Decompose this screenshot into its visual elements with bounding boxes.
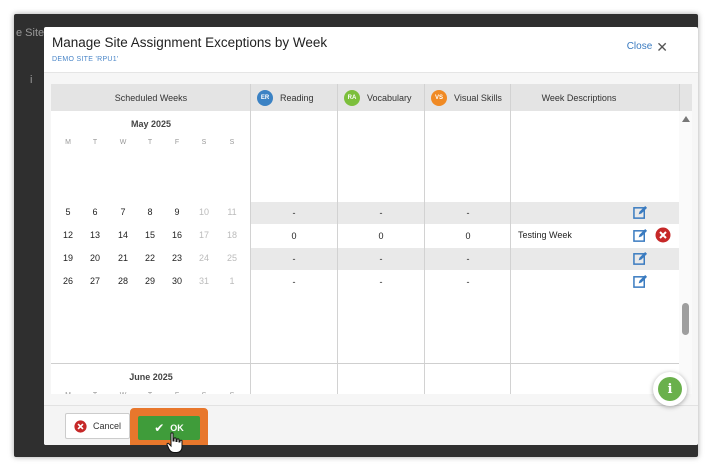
vocabulary-badge-icon: RA [344, 89, 360, 106]
calendar-day: 24 [198, 253, 209, 263]
weekday-letter: F [167, 392, 187, 394]
reading-cell: - [292, 254, 296, 264]
weekday-letter: S [194, 392, 214, 394]
weekday-letter: S [222, 392, 242, 394]
reading-badge-icon: ER [257, 89, 273, 106]
weekday-letter: T [140, 392, 160, 394]
grid-header: Scheduled Weeks ER Reading RA Vocabulary… [51, 84, 692, 111]
calendar-day: 9 [174, 207, 180, 217]
column-header-visual-skills: VS Visual Skills [431, 84, 517, 111]
calendar-day: 27 [89, 276, 100, 286]
month-title-june: June 2025 [129, 372, 173, 382]
calendar-day: 21 [117, 253, 128, 263]
modal-header: Manage Site Assignment Exceptions by Wee… [44, 27, 698, 73]
weekday-letter: S [229, 139, 235, 146]
vocabulary-cell: - [379, 277, 383, 287]
vocabulary-cell: 0 [378, 231, 384, 241]
weekday-letter: S [201, 139, 207, 146]
reading-label: Reading [280, 92, 314, 103]
visual-skills-cell: - [466, 277, 470, 287]
cancel-label: Cancel [92, 421, 121, 431]
calendar-day: 20 [89, 253, 100, 263]
weekday-letter: M [58, 392, 78, 394]
modal-body: Scheduled Weeks ER Reading RA Vocabulary… [44, 73, 698, 405]
column-header-week-descriptions: Week Descriptions [541, 92, 617, 103]
calendar-day: 26 [62, 276, 73, 286]
calendar-day: 5 [65, 207, 71, 217]
weekday-letter: T [92, 139, 98, 146]
visual-skills-label: Visual Skills [454, 92, 502, 103]
visual-skills-badge-icon: VS [431, 89, 447, 106]
close-icon: ✕ [656, 38, 668, 55]
edit-icon[interactable] [633, 251, 648, 266]
calendar-day: 23 [171, 253, 182, 263]
weekday-letter: T [147, 139, 153, 146]
modal-subtitle: DEMO SITE 'RPU1' [52, 56, 119, 63]
month-title-may: May 2025 [130, 119, 172, 129]
calendar-day: 19 [62, 253, 73, 263]
calendar-day: 1 [229, 276, 235, 286]
week-description: Testing Week [518, 230, 572, 240]
grid-scrollbar[interactable] [679, 111, 692, 394]
calendar-day: 28 [117, 276, 128, 286]
hand-cursor-icon [166, 432, 183, 453]
calendar-day: 18 [226, 230, 237, 240]
reading-cell: - [292, 277, 296, 287]
weekday-letter: M [65, 139, 71, 146]
reading-cell: 0 [291, 231, 297, 241]
calendar-day: 15 [144, 230, 155, 240]
edit-icon[interactable] [633, 205, 648, 220]
weekday-letter: W [119, 139, 127, 146]
info-icon: i [658, 377, 682, 401]
calendar-day: 11 [227, 207, 237, 217]
calendar-day: 10 [198, 207, 209, 217]
close-label: Close [626, 41, 653, 52]
vocabulary-cell: - [379, 254, 383, 264]
calendar-day: 30 [171, 276, 182, 286]
checkmark-icon: ✔ [154, 421, 165, 435]
reading-cell: - [292, 208, 296, 218]
weeks-grid: Scheduled Weeks ER Reading RA Vocabulary… [51, 84, 692, 394]
calendar-day: 7 [120, 207, 126, 217]
scroll-up-arrow-icon[interactable] [682, 116, 690, 122]
background-text-2: i [30, 74, 33, 86]
calendar-day: 13 [89, 230, 100, 240]
column-header-scheduled-weeks: Scheduled Weeks [114, 92, 188, 103]
modal-footer: Cancel ✔ OK [44, 405, 698, 445]
edit-icon[interactable] [633, 228, 648, 243]
calendar-day: 22 [144, 253, 155, 263]
scroll-thumb[interactable] [682, 303, 689, 335]
column-header-vocabulary: RA Vocabulary [344, 84, 430, 111]
edit-icon[interactable] [633, 274, 648, 289]
exceptions-modal: Manage Site Assignment Exceptions by Wee… [44, 27, 698, 445]
calendar-day: 8 [147, 207, 153, 217]
calendar-day: 6 [92, 207, 98, 217]
info-button[interactable]: i [653, 372, 687, 406]
vocabulary-cell: - [379, 208, 383, 218]
column-header-reading: ER Reading [257, 84, 343, 111]
visual-skills-cell: - [466, 254, 470, 264]
calendar-day: 31 [198, 276, 209, 286]
close-button[interactable]: Close ✕ [626, 38, 668, 55]
weekday-letter: F [174, 139, 180, 146]
weekday-letter: W [113, 392, 133, 394]
calendar-day: 12 [62, 230, 73, 240]
calendar-day: 29 [144, 276, 155, 286]
cancel-button[interactable]: Cancel [65, 413, 130, 439]
cancel-icon [74, 419, 87, 433]
modal-title: Manage Site Assignment Exceptions by Wee… [52, 35, 328, 50]
weekday-letter: T [85, 392, 105, 394]
calendar-day: 16 [171, 230, 182, 240]
visual-skills-cell: 0 [465, 231, 471, 241]
calendar-day: 17 [198, 230, 209, 240]
delete-icon[interactable] [655, 227, 671, 243]
calendar-day: 14 [117, 230, 128, 240]
month-separator [51, 363, 681, 364]
vocabulary-label: Vocabulary [367, 92, 412, 103]
calendar-day: 25 [226, 253, 237, 263]
visual-skills-cell: - [466, 208, 470, 218]
